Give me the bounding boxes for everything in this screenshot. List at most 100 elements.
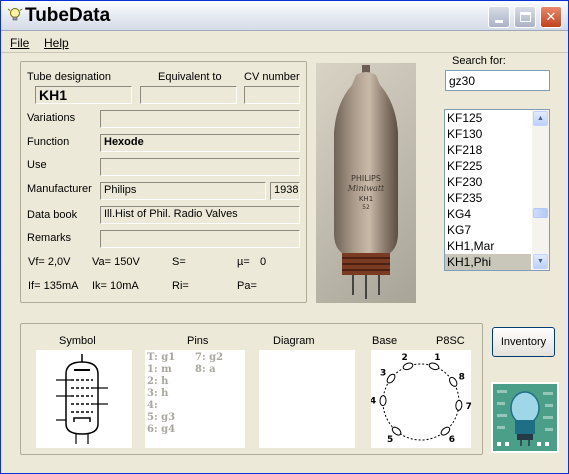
tube-list-item[interactable]: KF125 [445, 110, 531, 126]
minimize-button[interactable] [488, 6, 510, 28]
manufacturer-label: Manufacturer [27, 183, 92, 195]
pin-entry: 2: h [147, 376, 169, 387]
base-pin-number: 3 [380, 368, 386, 378]
s-value: S= [172, 256, 186, 268]
base-pin-number: 6 [449, 435, 455, 445]
manufacturer-field[interactable]: Philips [100, 182, 266, 200]
base-type: P8SC [436, 335, 465, 347]
minimize-icon [495, 19, 503, 23]
pin-entry: 7: g2 [195, 352, 224, 363]
diagram-label: Diagram [273, 335, 315, 347]
tube-list-item[interactable]: KG7 [445, 222, 531, 238]
base-pin-number: 5 [387, 435, 393, 445]
base-pin: 8 [449, 373, 465, 387]
tube-list-item[interactable]: KH1,Phi [445, 254, 531, 270]
tube-list-item[interactable]: KH1,Mar [445, 238, 531, 254]
function-label: Function [27, 136, 70, 148]
tube-list-item[interactable]: KF230 [445, 174, 531, 190]
search-label: Search for: [452, 55, 506, 67]
equivalent-to-field[interactable] [140, 86, 237, 104]
remarks-label: Remarks [27, 232, 72, 244]
diagram-box [259, 350, 355, 448]
scroll-up-icon: ▲ [537, 115, 544, 122]
maximize-button[interactable] [514, 6, 536, 28]
symbol-label: Symbol [59, 335, 96, 347]
tube-list-item[interactable]: KF218 [445, 142, 531, 158]
base-pin-number: 1 [434, 353, 440, 363]
base-pin-number: 7 [466, 402, 471, 412]
menu-help-label: Help [44, 36, 69, 50]
scroll-down-button[interactable]: ▼ [533, 254, 548, 269]
tube-photo-drawing: PHILIPS Miniwatt KH1 52 [334, 65, 398, 299]
tube-symbol-drawing [56, 354, 108, 444]
scroll-thumb[interactable] [533, 208, 548, 218]
base-pin: 7 [455, 399, 472, 412]
remarks-field[interactable] [100, 230, 300, 248]
app-window: TubeData ✕ File Help Tube designation Eq… [0, 0, 569, 474]
pin-entry: 4: [147, 400, 158, 411]
close-button[interactable]: ✕ [540, 6, 562, 28]
search-input[interactable] [445, 70, 550, 91]
year-field[interactable]: 1938 [270, 182, 300, 200]
pins-box: T: g1 1: m 2: h 3: h 4: 5: g3 6: g4 7: g2 8: a [145, 350, 245, 448]
tube-series: Miniwatt [347, 184, 385, 193]
ik-value: Ik= 10mA [92, 280, 139, 292]
va-value: Va= 150V [92, 256, 140, 268]
maximize-icon [519, 12, 531, 22]
tube-designation-field[interactable]: KH1 [35, 86, 132, 104]
list-scrollbar[interactable]: ▲ ▼ [532, 110, 549, 270]
tube-list-item[interactable]: KF225 [445, 158, 531, 174]
logo-tube-drawing [493, 384, 557, 451]
base-pin: 2 [401, 353, 414, 371]
pin-entry: 8: a [195, 364, 216, 375]
inventory-button[interactable]: Inventory [492, 327, 555, 357]
pin-entry: 5: g3 [147, 412, 176, 423]
data-book-field[interactable]: Ill.Hist of Phil. Radio Valves [100, 206, 300, 224]
base-label: Base [372, 335, 398, 347]
scroll-down-icon: ▼ [537, 258, 544, 265]
scroll-up-button[interactable]: ▲ [533, 111, 548, 126]
tube-list-item[interactable]: KF130 [445, 126, 531, 142]
tube-listbox[interactable]: KF125 KF130 KF218 KF225 KF230 KF235 KG4 KG7 KH1,… [444, 109, 550, 271]
base-box: 1 2 3 4 5 6 7 8 [370, 350, 472, 448]
pins-label: Pins [187, 335, 209, 347]
menu-file[interactable]: File [10, 36, 29, 50]
base-pin-number: 4 [371, 396, 376, 406]
title-bar: TubeData ✕ [1, 1, 568, 31]
app-logo [491, 382, 559, 453]
tube-list-item[interactable]: KF235 [445, 190, 531, 206]
menu-help[interactable]: Help [44, 36, 69, 50]
pin-entry: T: g1 [147, 352, 176, 363]
data-book-label: Data book [27, 209, 78, 221]
pin-entry: 1: m [147, 364, 172, 375]
use-field[interactable] [100, 158, 300, 176]
use-label: Use [27, 159, 47, 171]
close-icon: ✕ [545, 9, 557, 25]
tube-type: KH1 [359, 195, 373, 203]
base-pin: 3 [380, 368, 396, 384]
base-pin: 5 [387, 426, 402, 445]
equivalent-to-label: Equivalent to [158, 71, 222, 83]
menu-file-label: File [10, 36, 30, 50]
variations-label: Variations [27, 112, 76, 124]
base-pin: 6 [440, 426, 455, 445]
vf-value: Vf= 2,0V [28, 256, 71, 268]
tube-code: 52 [362, 204, 370, 211]
base-pin: 1 [428, 353, 441, 371]
tube-designation-label: Tube designation [27, 71, 111, 83]
variations-field[interactable] [100, 110, 300, 128]
tube-list-item[interactable]: KG4 [445, 206, 531, 222]
mu-value: 0 [260, 256, 267, 268]
lightbulb-icon [7, 8, 23, 21]
pin-entry: 6: g4 [147, 424, 176, 435]
window-title: TubeData [25, 5, 111, 26]
function-field[interactable]: Hexode [100, 134, 300, 152]
cv-number-field[interactable] [244, 86, 300, 104]
pa-value: Pa= [237, 280, 257, 292]
base-pin-number: 2 [401, 353, 407, 363]
tube-brand: PHILIPS [351, 174, 381, 183]
mu-label: µ= [237, 256, 250, 268]
pin-entry: 3: h [147, 388, 169, 399]
ri-value: Ri= [172, 280, 189, 292]
base-pin-number: 8 [459, 373, 465, 383]
